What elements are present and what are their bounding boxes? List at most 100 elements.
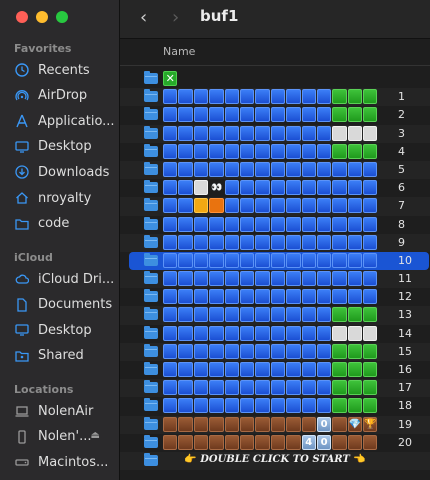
game-cells: [163, 125, 378, 142]
folder-row[interactable]: 16: [120, 361, 430, 379]
blue-tile: [286, 252, 301, 268]
folder-row[interactable]: 14: [120, 325, 430, 343]
blue-tile: [209, 216, 224, 232]
blue-tile: [224, 289, 239, 305]
sidebar-item[interactable]: Applicatio...: [14, 109, 116, 133]
folder-icon: [144, 198, 158, 212]
folder-row[interactable]: 8: [120, 216, 430, 234]
blue-tile: [163, 125, 178, 141]
wood-tile: [209, 434, 224, 450]
folder-row[interactable]: 17: [120, 379, 430, 398]
minimize-button[interactable]: [36, 11, 48, 23]
zoom-button[interactable]: [56, 11, 68, 23]
start-text: DOUBLE CLICK TO START: [196, 453, 354, 465]
document-icon: [14, 297, 30, 313]
blue-tile: [178, 307, 193, 323]
blue-tile: [209, 289, 224, 305]
sidebar-item[interactable]: code: [14, 212, 116, 236]
forward-button[interactable]: ›: [172, 7, 179, 28]
blue-tile: [209, 271, 224, 287]
close-button[interactable]: [16, 11, 28, 23]
blue-tile: [255, 380, 270, 396]
folder-name: 14: [398, 326, 412, 340]
sidebar-item[interactable]: Desktop: [14, 318, 116, 342]
blue-tile: [224, 89, 239, 105]
green-tile: [332, 143, 347, 159]
folder-name: 2: [398, 108, 405, 122]
blue-tile: [163, 307, 178, 323]
folder-row[interactable]: 3: [120, 124, 430, 143]
blue-tile: [255, 161, 270, 177]
folder-row[interactable]: 10: [129, 251, 429, 271]
wood-tile: [332, 416, 347, 432]
blue-tile: [178, 380, 193, 396]
sidebar-item[interactable]: iCloud Dri...: [14, 267, 116, 291]
blue-tile: [178, 289, 193, 305]
green-tile: [363, 307, 378, 323]
blue-tile: [255, 125, 270, 141]
sidebar-item[interactable]: NolenAir: [14, 399, 116, 423]
name-column-header[interactable]: Name: [163, 45, 195, 58]
blue-tile: [193, 343, 209, 359]
blue-tile: [332, 252, 347, 268]
sidebar-item[interactable]: nroyalty: [14, 186, 116, 210]
sidebar-item[interactable]: Downloads: [14, 160, 116, 184]
folder-row[interactable]: 1: [120, 88, 430, 107]
sidebar-item[interactable]: Macintos...: [14, 450, 116, 474]
column-header: Name: [120, 39, 430, 66]
folder-row[interactable]: 4 0 20: [120, 434, 430, 452]
sidebar-item[interactable]: Desktop: [14, 135, 116, 159]
green-tile: [363, 362, 378, 377]
blue-tile: [286, 161, 301, 177]
green-tile: [332, 89, 347, 105]
blue-tile: [301, 216, 316, 232]
blue-tile: [209, 325, 224, 341]
folder-row[interactable]: ✕: [120, 70, 430, 88]
blue-tile: [224, 325, 239, 341]
sidebar-item[interactable]: Documents: [14, 293, 116, 317]
blue-tile: [239, 143, 255, 159]
game-cells: [163, 398, 378, 414]
folder-row[interactable]: 11: [120, 270, 430, 289]
folder-name: 15: [398, 344, 412, 358]
blue-tile: [301, 307, 316, 323]
folder-row[interactable]: 4: [120, 143, 430, 161]
start-row[interactable]: 👉 DOUBLE CLICK TO START 👈: [120, 451, 430, 471]
folder-row[interactable]: 7: [120, 197, 430, 216]
sidebar-item[interactable]: AirDrop: [14, 84, 116, 108]
folder-row[interactable]: 18: [120, 397, 430, 415]
folder-name: 8: [398, 217, 405, 231]
blue-tile: [255, 289, 270, 305]
blue-tile: [193, 107, 209, 123]
blue-tile: [178, 161, 193, 177]
folder-row[interactable]: 15: [120, 342, 430, 361]
folder-row[interactable]: 5: [120, 160, 430, 180]
sidebar-item[interactable]: Nolen'... ⏏: [14, 425, 116, 449]
folder-icon: [144, 216, 158, 230]
sidebar-item[interactable]: Recents: [14, 58, 116, 82]
blue-tile: [209, 89, 224, 105]
blue-tile: [286, 216, 301, 232]
blue-tile: [209, 107, 224, 123]
blue-tile: [193, 380, 209, 396]
blue-tile: [163, 143, 178, 159]
folder-row[interactable]: 2: [120, 106, 430, 124]
wood-tile: [224, 416, 239, 432]
phone-icon: [14, 429, 30, 445]
blue-tile: [193, 161, 209, 177]
blue-tile: [255, 143, 270, 159]
blue-tile: [224, 271, 239, 287]
sidebar-item[interactable]: Shared: [14, 344, 116, 368]
game-cells: [163, 380, 378, 396]
blue-tile: [332, 289, 347, 305]
blue-tile: [316, 180, 332, 196]
blue-tile: [332, 234, 347, 250]
back-button[interactable]: ‹: [140, 7, 147, 28]
folder-row[interactable]: 12: [120, 288, 430, 306]
blue-tile: [163, 343, 178, 359]
eject-icon[interactable]: ⏏: [91, 430, 100, 441]
folder-row[interactable]: 9: [120, 233, 430, 252]
folder-row[interactable]: 13: [120, 306, 430, 325]
folder-row[interactable]: 0 💎 🏆 19: [120, 415, 430, 434]
folder-row[interactable]: 👀 6: [120, 179, 430, 197]
